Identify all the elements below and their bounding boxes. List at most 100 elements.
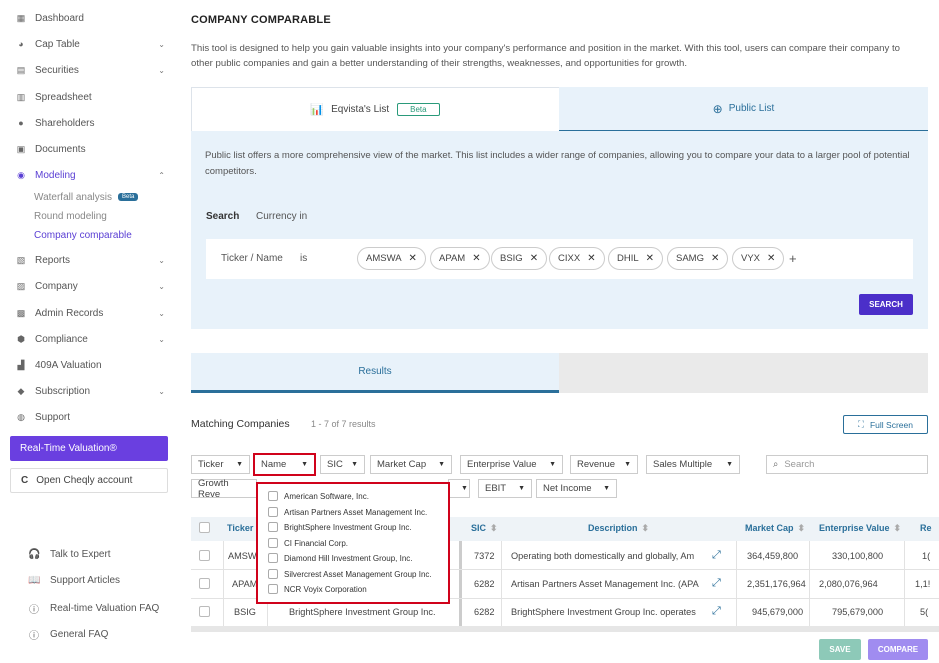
dropdown-option[interactable]: Diamond Hill Investment Group, Inc. — [268, 553, 413, 563]
tab-eqvista-list[interactable]: 📊 Eqvista's List Beta — [191, 87, 559, 132]
sidebar-item-compliance[interactable]: ⬢ Compliance ⌄ — [16, 331, 171, 347]
row-checkbox[interactable] — [199, 606, 210, 617]
option-checkbox[interactable] — [268, 491, 278, 501]
caret-down-icon: ▼ — [236, 461, 243, 468]
criteria-field[interactable]: Ticker / Name — [221, 253, 283, 264]
sidebar-item-securities[interactable]: ▤ Securities ⌄ — [16, 62, 171, 78]
sidebar-item-cap-table[interactable]: ◕ Cap Table ⌄ — [16, 36, 171, 52]
dropdown-option[interactable]: Artisan Partners Asset Management Inc. — [268, 507, 427, 517]
footer-talk-to-expert[interactable]: 🎧 Talk to Expert — [28, 549, 111, 560]
chip-samg[interactable]: SAMG ✕ — [667, 247, 729, 270]
criteria-operator[interactable]: is — [300, 253, 307, 264]
add-criteria-icon[interactable]: + — [789, 251, 797, 266]
real-time-valuation-button[interactable]: Real-Time Valuation® — [10, 436, 168, 461]
divider — [223, 541, 224, 631]
divider — [809, 541, 810, 631]
tab-secondary[interactable] — [559, 353, 928, 393]
sidebar-item-dashboard[interactable]: ▦ Dashboard — [16, 10, 171, 26]
filter-ebit[interactable]: EBIT ▼ — [478, 479, 532, 498]
sidebar-item-subscription[interactable]: ◆ Subscription ⌄ — [16, 383, 171, 399]
filter-market-cap[interactable]: Market Cap ▼ — [370, 455, 452, 474]
footer-rtv-faq[interactable]: ⓘ Real-time Valuation FAQ — [28, 601, 159, 616]
option-checkbox[interactable] — [268, 584, 278, 594]
dropdown-option[interactable]: NCR Voyix Corporation — [268, 584, 367, 594]
compare-button[interactable]: COMPARE — [868, 639, 928, 660]
chip-apam[interactable]: APAM ✕ — [430, 247, 490, 270]
expand-icon[interactable]: ⤢ — [712, 605, 721, 618]
chip-dhil[interactable]: DHIL ✕ — [608, 247, 664, 270]
filter-hidden[interactable]: ▼ — [448, 479, 470, 498]
open-cheqly-button[interactable]: C Open Cheqly account — [10, 468, 168, 493]
col-description[interactable]: Description ⬍ — [588, 523, 649, 534]
filter-enterprise-value[interactable]: Enterprise Value ▼ — [460, 455, 563, 474]
sidebar-item-documents[interactable]: ▣ Documents — [16, 141, 171, 157]
sidebar-item-shareholders[interactable]: ● Shareholders — [16, 115, 171, 131]
option-checkbox[interactable] — [268, 569, 278, 579]
sidebar-sub-round-modeling[interactable]: Round modeling — [34, 211, 107, 222]
sidebar-item-spreadsheet[interactable]: ▥ Spreadsheet — [16, 89, 171, 105]
chip-amswa[interactable]: AMSWA ✕ — [357, 247, 426, 270]
name-filter-dropdown: American Software, Inc. Artisan Partners… — [256, 482, 450, 604]
caret-down-icon: ▼ — [549, 461, 556, 468]
sidebar-item-modeling[interactable]: ◉ Modeling ⌃ — [16, 167, 171, 183]
option-checkbox[interactable] — [268, 538, 278, 548]
close-icon[interactable]: ✕ — [767, 253, 775, 264]
col-enterprise-value[interactable]: Enterprise Value ⬍ — [819, 523, 901, 534]
chip-bsig[interactable]: BSIG ✕ — [491, 247, 548, 270]
option-checkbox[interactable] — [268, 507, 278, 517]
compliance-icon: ⬢ — [17, 333, 25, 344]
close-icon[interactable]: ✕ — [472, 253, 480, 264]
close-icon[interactable]: ✕ — [409, 253, 417, 264]
sidebar-item-409a[interactable]: ▟ 409A Valuation — [16, 357, 171, 373]
close-icon[interactable]: ✕ — [646, 253, 654, 264]
option-checkbox[interactable] — [268, 522, 278, 532]
horizontal-scrollbar[interactable] — [191, 626, 939, 632]
help-circle-icon: ⓘ — [29, 605, 39, 616]
row-checkbox[interactable] — [199, 578, 210, 589]
sidebar-sub-company-comparable[interactable]: Company comparable — [34, 230, 132, 241]
close-icon[interactable]: ✕ — [711, 253, 719, 264]
currency-label[interactable]: Currency in — [256, 211, 307, 222]
col-market-cap[interactable]: Market Cap ⬍ — [745, 523, 805, 534]
chip-cixx[interactable]: CIXX ✕ — [549, 247, 605, 270]
footer-support-articles[interactable]: 📖 Support Articles — [28, 575, 120, 586]
filter-sales-multiple[interactable]: Sales Multiple ▼ — [646, 455, 740, 474]
save-button[interactable]: SAVE — [819, 639, 861, 660]
col-revenue[interactable]: Re — [920, 523, 932, 533]
option-checkbox[interactable] — [268, 553, 278, 563]
dropdown-option[interactable]: American Software, Inc. — [268, 491, 369, 501]
expand-icon[interactable]: ⤢ — [712, 577, 721, 590]
sidebar-sub-waterfall[interactable]: Waterfall analysis Beta — [34, 192, 139, 203]
full-screen-button[interactable]: ⛶ Full Screen — [843, 415, 928, 434]
filter-name[interactable]: Name ▼ — [253, 453, 316, 476]
filter-growth-revenue[interactable]: Growth Reve — [191, 478, 257, 500]
filter-revenue[interactable]: Revenue ▼ — [570, 455, 638, 474]
dropdown-option[interactable]: CI Financial Corp. — [268, 538, 348, 548]
dropdown-option[interactable]: BrightSphere Investment Group Inc. — [268, 522, 412, 532]
tab-public-list[interactable]: ⊕ Public List — [559, 87, 928, 132]
footer-general-faq[interactable]: ⓘ General FAQ — [28, 627, 108, 642]
filter-ticker[interactable]: Ticker ▼ — [191, 455, 250, 474]
chevron-down-icon: ⌄ — [158, 255, 165, 265]
chevron-down-icon: ⌄ — [158, 65, 165, 75]
divider — [459, 541, 462, 631]
row-checkbox[interactable] — [199, 550, 210, 561]
sidebar-item-company[interactable]: ▨ Company ⌄ — [16, 278, 171, 294]
dropdown-option[interactable]: Silvercrest Asset Management Group Inc. — [268, 569, 432, 579]
sidebar-item-support[interactable]: ◍ Support — [16, 409, 171, 425]
tab-results[interactable]: Results — [191, 353, 559, 393]
beta-badge: Beta — [397, 103, 440, 116]
chip-vyx[interactable]: VYX ✕ — [732, 247, 785, 270]
sidebar-item-admin-records[interactable]: ▩ Admin Records ⌄ — [16, 305, 171, 321]
filter-sic[interactable]: SIC ▼ — [320, 455, 365, 474]
filter-net-income[interactable]: Net Income ▼ — [536, 479, 617, 498]
close-icon[interactable]: ✕ — [587, 253, 595, 264]
table-search-input[interactable]: ⌕ Search — [766, 455, 928, 474]
search-button[interactable]: SEARCH — [859, 294, 913, 315]
expand-icon[interactable]: ⤢ — [712, 549, 721, 562]
close-icon[interactable]: ✕ — [530, 253, 538, 264]
sidebar-item-reports[interactable]: ▧ Reports ⌄ — [16, 252, 171, 268]
col-ticker[interactable]: Ticker — [227, 523, 253, 533]
col-sic[interactable]: SIC ⬍ — [471, 523, 498, 534]
select-all-checkbox[interactable] — [199, 522, 210, 533]
